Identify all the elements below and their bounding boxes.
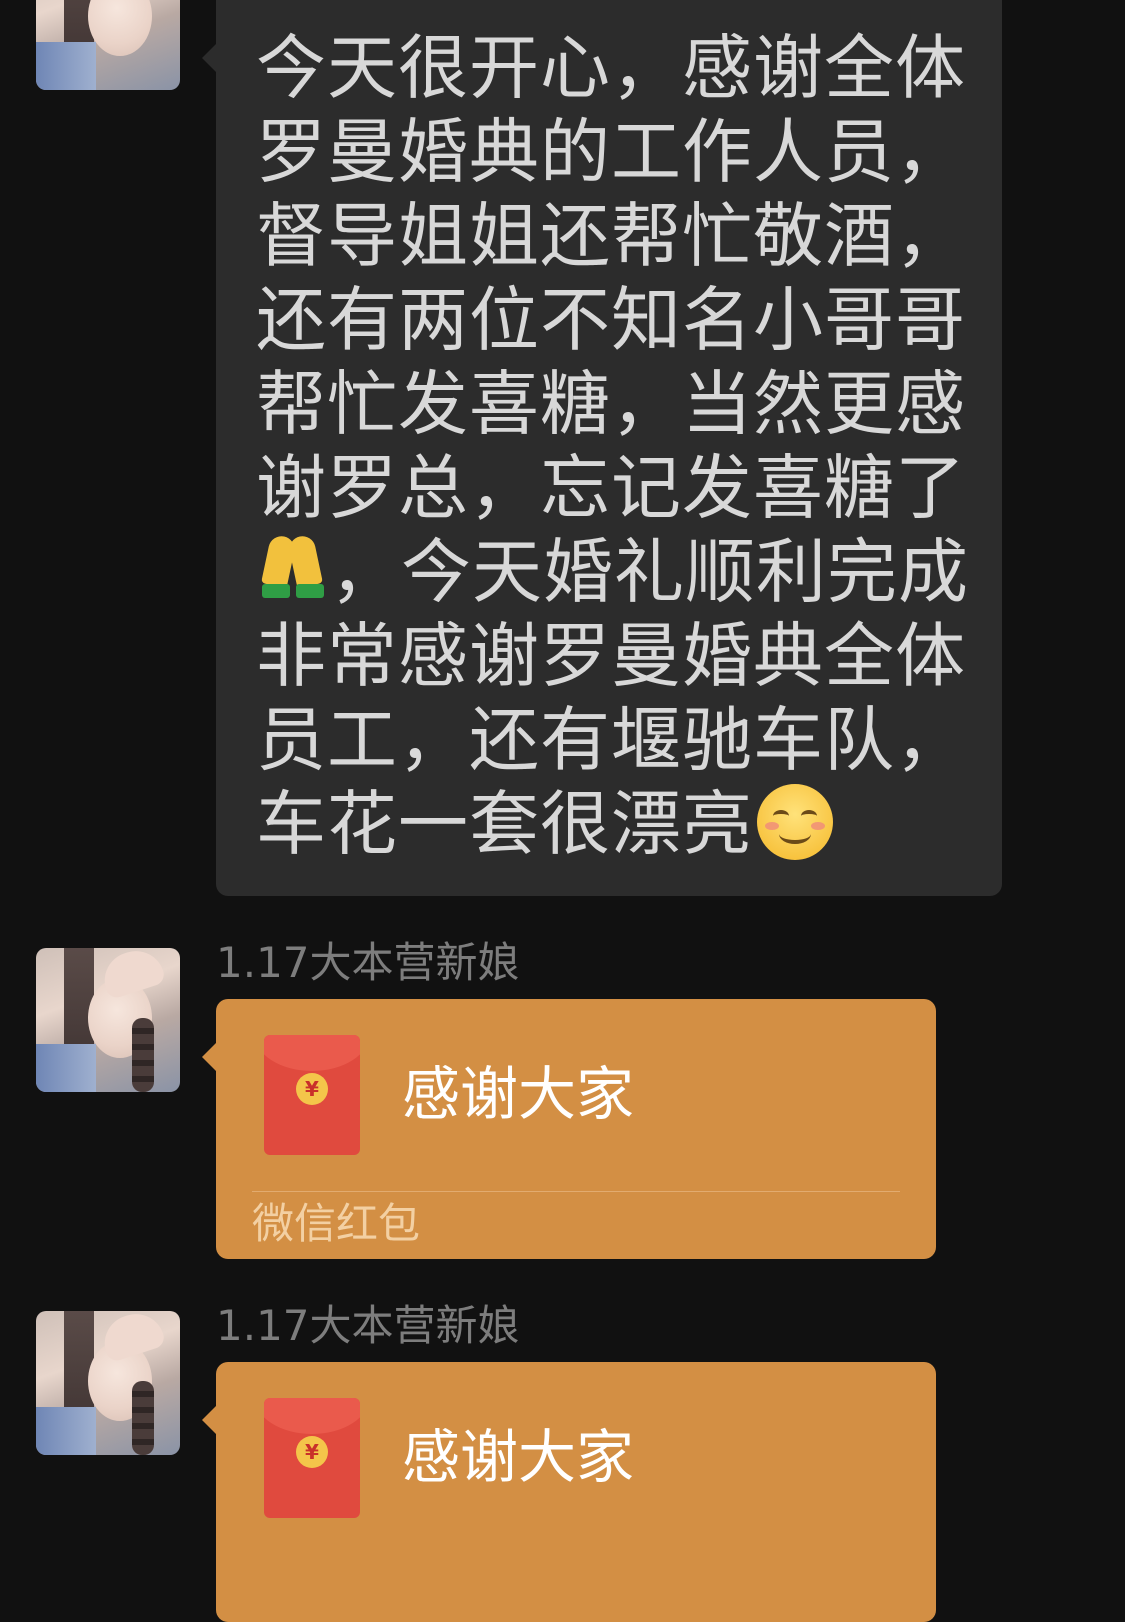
message-line: 非常感谢罗曼婚典全体 bbox=[256, 615, 966, 697]
avatar-braid bbox=[132, 1381, 154, 1455]
divider bbox=[252, 1191, 900, 1192]
message-line: 帮忙发喜糖，当然更感 bbox=[256, 363, 966, 445]
folded-hands-emoji bbox=[256, 532, 330, 602]
avatar-hand bbox=[97, 948, 167, 1001]
message-line-text: 车花一套很漂亮 bbox=[256, 783, 753, 865]
message-line: 督导姐姐还帮忙敬酒， bbox=[256, 195, 966, 277]
yuan-coin-icon: ¥ bbox=[296, 1073, 328, 1105]
red-packet-message[interactable]: ¥ 感谢大家 微信红包 bbox=[202, 999, 936, 1259]
avatar[interactable] bbox=[36, 0, 180, 90]
avatar-braid bbox=[132, 1018, 154, 1092]
avatar-clothing bbox=[36, 1044, 96, 1092]
message-line: 员工，还有堰驰车队， bbox=[256, 699, 966, 781]
red-packet-title: 感谢大家 bbox=[402, 1060, 635, 1128]
avatar-clothing bbox=[36, 1407, 96, 1455]
red-envelope-icon: ¥ bbox=[264, 1035, 360, 1155]
message-line: 罗曼婚典的工作人员， bbox=[256, 111, 966, 193]
message-line: ，今天婚礼顺利完成 bbox=[256, 530, 968, 614]
avatar-face bbox=[88, 0, 152, 56]
message-line-text: ，今天婚礼顺利完成 bbox=[330, 531, 969, 613]
avatar[interactable] bbox=[36, 1311, 180, 1455]
avatar[interactable] bbox=[36, 948, 180, 1092]
smiling-face-emoji bbox=[757, 784, 833, 860]
message-line: 今天很开心，感谢全体 bbox=[256, 27, 966, 109]
message-line: 车花一套很漂亮 bbox=[256, 782, 962, 866]
red-packet-title: 感谢大家 bbox=[402, 1423, 635, 1491]
red-packet-label: 微信红包 bbox=[252, 1199, 421, 1248]
message-line: 还有两位不知名小哥哥 bbox=[256, 279, 966, 361]
avatar-hand bbox=[97, 1311, 167, 1364]
sender-name: 1.17大本营新娘 bbox=[216, 1301, 520, 1350]
yuan-coin-icon: ¥ bbox=[296, 1436, 328, 1468]
message-line: 谢罗总，忘记发喜糖了 bbox=[256, 447, 966, 529]
bubble-tail bbox=[202, 44, 216, 72]
bubble-tail bbox=[202, 1406, 216, 1434]
red-packet-message[interactable]: ¥ 感谢大家 bbox=[202, 1362, 936, 1622]
sender-name: 1.17大本营新娘 bbox=[216, 938, 520, 987]
bubble-tail bbox=[202, 1043, 216, 1071]
red-envelope-icon: ¥ bbox=[264, 1398, 360, 1518]
text-message-bubble[interactable]: 今天很开心，感谢全体 罗曼婚典的工作人员， 督导姐姐还帮忙敬酒， 还有两位不知名… bbox=[202, 0, 1002, 896]
message-text: 今天很开心，感谢全体 罗曼婚典的工作人员， 督导姐姐还帮忙敬酒， 还有两位不知名… bbox=[256, 26, 968, 866]
avatar-clothing bbox=[36, 42, 96, 90]
